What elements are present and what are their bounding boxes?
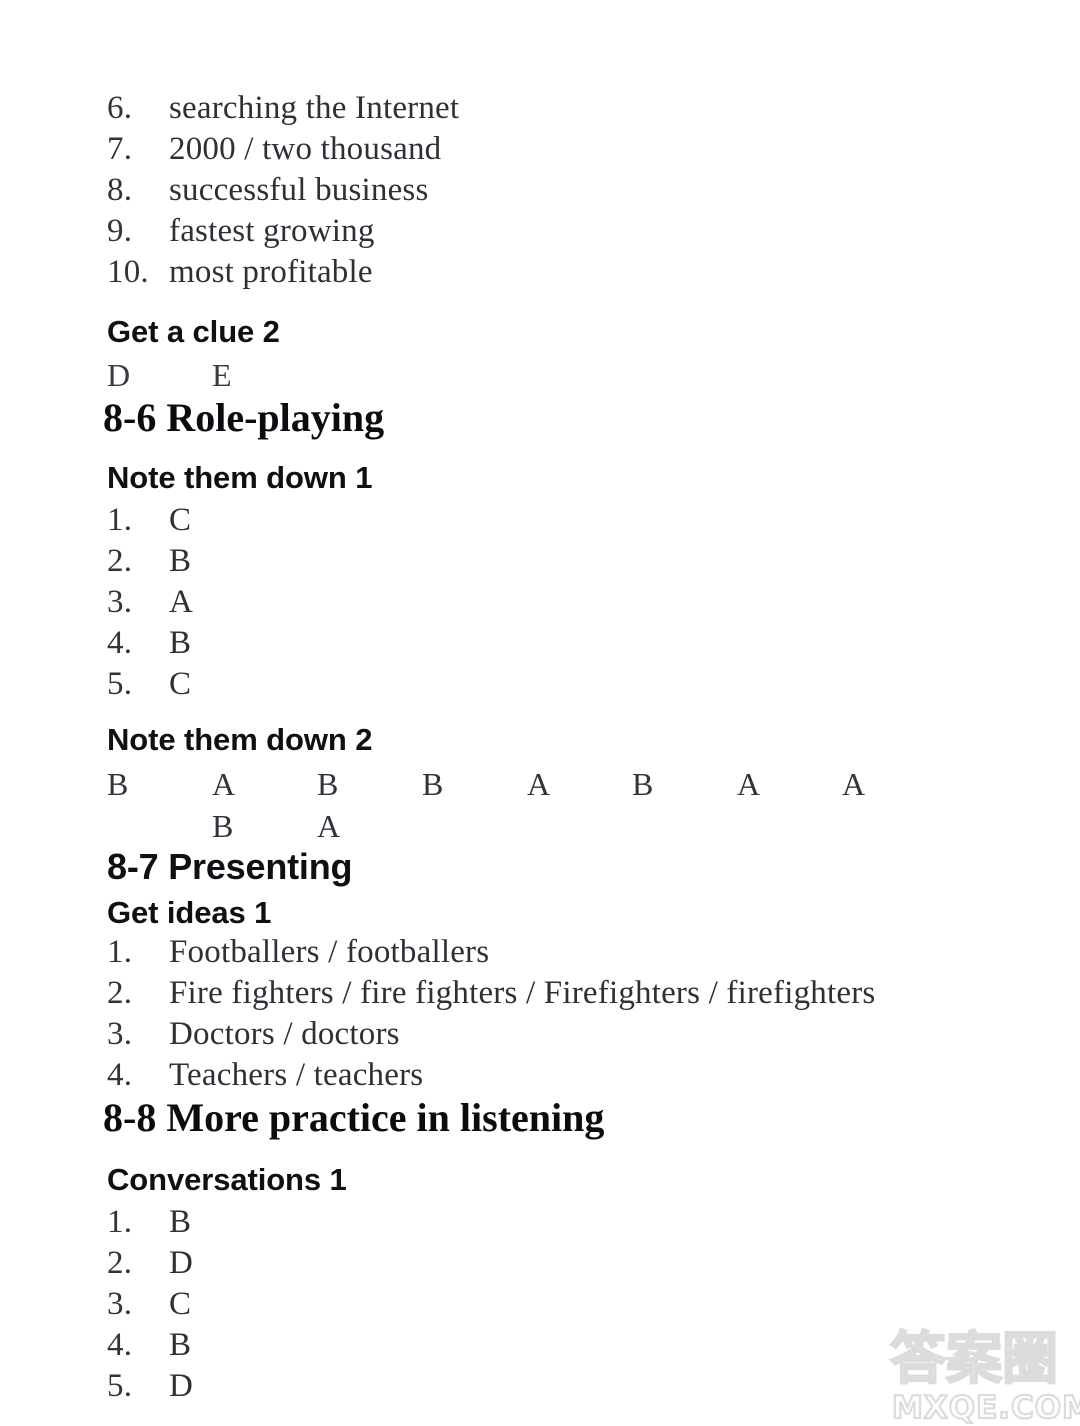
heading-note-them-down-2: Note them down 2 (107, 722, 373, 757)
answer-list-get-ideas-1: 1. Footballers / footballers 2. Fire fig… (0, 932, 1080, 1096)
heading-get-a-clue-2: Get a clue 2 (107, 314, 280, 349)
answer-letter: A (842, 766, 866, 802)
list-item-text: C (169, 1286, 192, 1322)
heading-unit-8-8: 8-8 More practice in listening (103, 1095, 605, 1140)
list-item-text: successful business (169, 172, 429, 208)
answers-note-them-down-2-row1: B A B B A B A A (0, 763, 1080, 805)
list-item-number: 3. (107, 1286, 133, 1322)
answer-list-conversations-1: 1. B 2. D 3. C 4. B 5. D (0, 1202, 1080, 1407)
list-item-number: 4. (107, 1327, 133, 1363)
answer-list-continued: 6. searching the Internet 7. 2000 / two … (0, 88, 1080, 293)
list-item: 1. C (0, 500, 1080, 541)
list-item-number: 2. (107, 975, 133, 1011)
list-item: 10. most profitable (0, 252, 1080, 293)
list-item-number: 4. (107, 1057, 133, 1093)
list-item-text: C (169, 666, 192, 702)
list-item-text: Doctors / doctors (169, 1016, 400, 1052)
document-page: 6. searching the Internet 7. 2000 / two … (0, 0, 1080, 1426)
list-item: 5. D (0, 1366, 1080, 1407)
list-item: 7. 2000 / two thousand (0, 129, 1080, 170)
answer-spacer (107, 805, 212, 847)
list-item-text: B (169, 1204, 192, 1240)
list-item-text: A (169, 584, 194, 620)
list-item-text: B (169, 1327, 192, 1363)
list-item-text: 2000 / two thousand (169, 131, 442, 167)
list-item-text: Fire fighters / fire fighters / Firefigh… (169, 975, 876, 1011)
numbered-answer-list: 1. Footballers / footballers 2. Fire fig… (0, 932, 1080, 1096)
list-item-number: 9. (107, 213, 133, 249)
list-item: 2. B (0, 541, 1080, 582)
answer-letter: D (107, 357, 131, 393)
list-item-number: 5. (107, 666, 133, 702)
answer-letter: B (632, 766, 654, 802)
list-item-number: 5. (107, 1368, 133, 1404)
answers-get-a-clue-2: D E (0, 354, 1080, 396)
list-item-number: 3. (107, 584, 133, 620)
list-item: 3. Doctors / doctors (0, 1014, 1080, 1055)
list-item-number: 4. (107, 625, 133, 661)
heading-unit-8-6: 8-6 Role-playing (103, 395, 385, 440)
list-item-text: fastest growing (169, 213, 375, 249)
list-item: 1. Footballers / footballers (0, 932, 1080, 973)
list-item: 4. B (0, 1325, 1080, 1366)
list-item-text: D (169, 1368, 194, 1404)
list-item-number: 1. (107, 1204, 133, 1240)
list-item-number: 8. (107, 172, 133, 208)
heading-unit-8-7: 8-7 Presenting (107, 846, 353, 887)
list-item-number: 1. (107, 934, 133, 970)
answer-letter: A (212, 766, 236, 802)
list-item-text: Teachers / teachers (169, 1057, 424, 1093)
answer-letter: A (737, 766, 761, 802)
answer-letter: B (317, 766, 339, 802)
heading-conversations-1: Conversations 1 (107, 1162, 347, 1197)
list-item: 4. Teachers / teachers (0, 1055, 1080, 1096)
answers-note-them-down-2-row2: B A (0, 805, 1080, 847)
list-item-number: 2. (107, 1245, 133, 1281)
list-item: 6. searching the Internet (0, 88, 1080, 129)
numbered-answer-list: 1. C 2. B 3. A 4. B 5. C (0, 500, 1080, 705)
answer-letter: E (212, 357, 232, 393)
list-item: 4. B (0, 623, 1080, 664)
list-item: 2. D (0, 1243, 1080, 1284)
list-item-number: 1. (107, 502, 133, 538)
heading-get-ideas-1: Get ideas 1 (107, 895, 272, 930)
list-item-number: 3. (107, 1016, 133, 1052)
list-item-number: 6. (107, 90, 133, 126)
answer-letter: B (422, 766, 444, 802)
answer-letter: B (212, 808, 234, 844)
numbered-answer-list: 6. searching the Internet 7. 2000 / two … (0, 88, 1080, 293)
answer-letter: A (527, 766, 551, 802)
list-item-text: Footballers / footballers (169, 934, 490, 970)
list-item-text: D (169, 1245, 194, 1281)
answer-letter: A (317, 808, 341, 844)
list-item-text: B (169, 543, 192, 579)
list-item: 2. Fire fighters / fire fighters / Firef… (0, 973, 1080, 1014)
list-item-text: most profitable (169, 254, 373, 290)
list-item-number: 2. (107, 543, 133, 579)
list-item-number: 7. (107, 131, 133, 167)
list-item: 3. A (0, 582, 1080, 623)
list-item: 5. C (0, 664, 1080, 705)
answer-list-note-them-down-1: 1. C 2. B 3. A 4. B 5. C (0, 500, 1080, 705)
list-item: 3. C (0, 1284, 1080, 1325)
list-item: 1. B (0, 1202, 1080, 1243)
answer-letter: B (107, 766, 129, 802)
list-item-number: 10. (107, 254, 149, 290)
list-item-text: C (169, 502, 192, 538)
list-item: 9. fastest growing (0, 211, 1080, 252)
heading-note-them-down-1: Note them down 1 (107, 460, 373, 495)
list-item: 8. successful business (0, 170, 1080, 211)
list-item-text: B (169, 625, 192, 661)
list-item-text: searching the Internet (169, 90, 460, 126)
numbered-answer-list: 1. B 2. D 3. C 4. B 5. D (0, 1202, 1080, 1407)
